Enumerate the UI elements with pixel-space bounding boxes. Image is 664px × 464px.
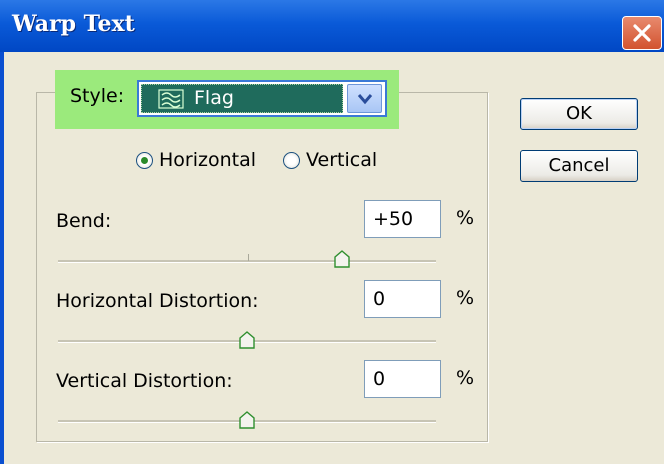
horizontal-radio[interactable] [136, 152, 153, 169]
window-frame [0, 52, 4, 464]
style-selected-value: Flag [141, 84, 343, 113]
bend-slider-track[interactable] [58, 260, 436, 263]
vertical-radio[interactable] [283, 152, 300, 169]
style-value: Flag [194, 87, 234, 109]
close-icon [633, 24, 651, 42]
style-label: Style: [70, 85, 125, 107]
horizontal-distortion-slider-thumb[interactable] [239, 331, 255, 349]
bend-slider-thumb[interactable] [334, 250, 350, 268]
style-dropdown-button[interactable] [347, 84, 382, 113]
bend-slider-center-tick [248, 254, 249, 261]
vertical-distortion-unit: % [456, 367, 475, 389]
style-dropdown[interactable]: Flag [137, 80, 387, 117]
title-bar[interactable]: Warp Text [0, 0, 664, 52]
vertical-distortion-label: Vertical Distortion: [56, 370, 233, 392]
horizontal-label[interactable]: Horizontal [159, 149, 256, 171]
vertical-label[interactable]: Vertical [306, 149, 377, 171]
bend-label: Bend: [56, 210, 112, 232]
vertical-distortion-slider-thumb[interactable] [239, 411, 255, 429]
cancel-button[interactable]: Cancel [520, 150, 638, 182]
chevron-down-icon [357, 94, 373, 105]
horizontal-distortion-label: Horizontal Distortion: [56, 290, 259, 312]
dialog-title: Warp Text [12, 11, 135, 37]
ok-button[interactable]: OK [520, 98, 638, 130]
flag-style-icon [158, 89, 184, 109]
bend-unit: % [456, 207, 475, 229]
horizontal-distortion-unit: % [456, 287, 475, 309]
warp-text-dialog: Warp Text Style: Flag Horizontal Vertica… [0, 0, 664, 464]
horizontal-distortion-input[interactable]: 0 [364, 280, 441, 318]
bend-input[interactable]: +50 [364, 200, 441, 238]
vertical-distortion-input[interactable]: 0 [364, 360, 441, 398]
close-button[interactable] [622, 16, 662, 50]
